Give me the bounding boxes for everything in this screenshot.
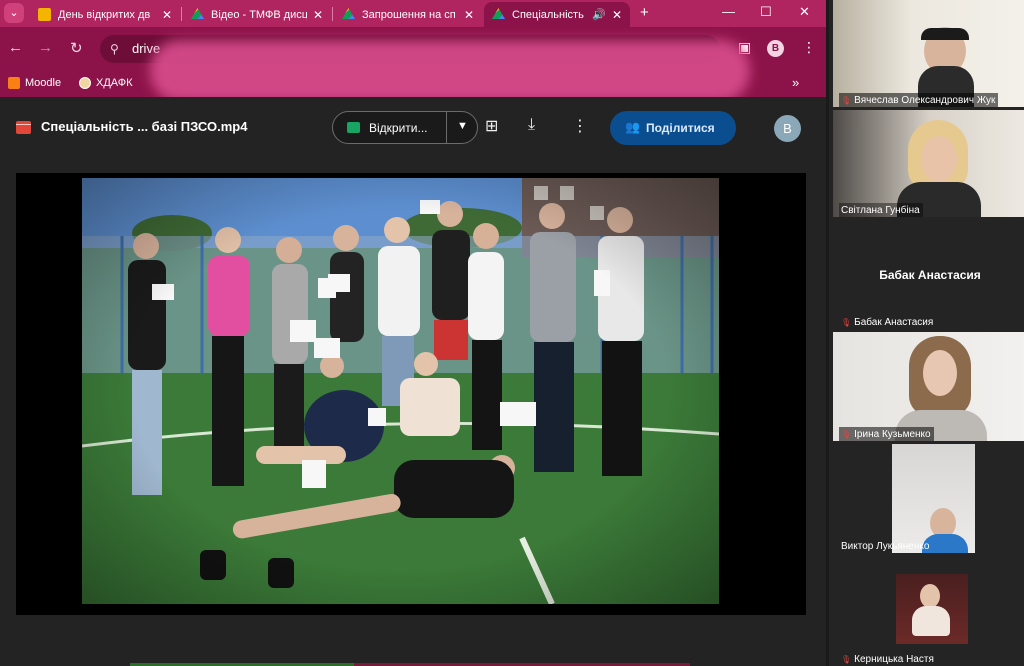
forward-icon[interactable]: → xyxy=(38,39,53,56)
participant-name: Ірина Кузьменко xyxy=(854,429,931,440)
meeting-participants-panel: 🎙 Вячеслав Олександрович Жук Світлана Гу… xyxy=(826,0,1024,666)
browser-window: ⌄ День відкритих дв ✕ Відео - ТМФВ дисц … xyxy=(0,0,826,666)
bookmark-hdafk[interactable]: ХДАФК xyxy=(79,77,133,89)
participant-name-label: 🎙 Керницька Настя xyxy=(839,652,937,666)
participant-video xyxy=(833,0,1024,107)
participant-name-label: 🎙 Вячеслав Олександрович Жук xyxy=(839,93,999,107)
window-close-icon[interactable]: ✕ xyxy=(799,4,810,20)
reload-icon[interactable]: ↻ xyxy=(70,39,83,57)
add-to-drive-icon[interactable]: ⊞ xyxy=(485,116,498,136)
open-with-label: Відкрити... xyxy=(369,121,428,135)
participant-name: Виктор Лукьяненко xyxy=(841,541,930,552)
mic-off-icon: 🎙 xyxy=(841,96,852,105)
participant-name: Світлана Гунбіна xyxy=(841,205,920,216)
download-icon[interactable]: ⤓ xyxy=(528,116,535,134)
mic-off-icon: 🎙 xyxy=(841,318,852,327)
participant-video xyxy=(833,110,1024,217)
participant-name: Бабак Анастасия xyxy=(854,317,934,328)
redaction-blur xyxy=(150,40,750,102)
button-divider xyxy=(446,112,447,143)
maximize-icon[interactable]: ☐ xyxy=(760,4,772,20)
tab-divider xyxy=(181,7,182,21)
tab-label: Спеціальність xyxy=(512,8,584,21)
participant-placeholder-name: Бабак Анастасия xyxy=(879,268,981,282)
close-icon[interactable]: ✕ xyxy=(464,8,474,22)
drive-video-viewer: Спеціальність ... базі ПЗСО.mp4 Відкрити… xyxy=(0,97,826,666)
tab-divider xyxy=(332,7,333,21)
hdafk-icon xyxy=(79,77,91,89)
tab-invitation[interactable]: Запрошення на сп ✕ xyxy=(334,2,482,27)
tab-specialty[interactable]: Спеціальність 🔊 ✕ xyxy=(484,2,630,27)
drive-icon xyxy=(492,8,505,20)
bookmark-moodle[interactable]: Moodle xyxy=(8,77,61,89)
file-title: Спеціальність ... базі ПЗСО.mp4 xyxy=(41,119,248,134)
participant-avatar-image xyxy=(896,574,968,644)
share-label: Поділитися xyxy=(646,121,715,135)
tab-video[interactable]: Відео - ТМФВ дисц ✕ xyxy=(183,2,331,27)
viewer-header: Спеціальність ... базі ПЗСО.mp4 Відкрити… xyxy=(0,97,826,157)
bookmark-label: ХДАФК xyxy=(96,77,133,89)
participant-name-label: Виктор Лукьяненко xyxy=(839,539,932,553)
tab-strip: ⌄ День відкритих дв ✕ Відео - ТМФВ дисц … xyxy=(0,0,826,27)
site-info-icon[interactable]: ⚲ xyxy=(110,35,119,63)
new-tab-icon[interactable]: + xyxy=(640,4,649,21)
video-file-icon xyxy=(16,121,31,134)
slides-icon xyxy=(38,8,51,21)
people-icon: 👥 xyxy=(625,120,640,134)
chevron-down-icon[interactable]: ▼ xyxy=(457,120,468,132)
participant-name-label: 🎙 Ірина Кузьменко xyxy=(839,427,934,441)
tab-open-day[interactable]: День відкритих дв ✕ xyxy=(30,2,180,27)
participant-name: Вячеслав Олександрович Жук xyxy=(854,95,996,106)
more-bookmarks-icon[interactable]: » xyxy=(792,75,799,90)
video-frame-illustration xyxy=(82,178,719,604)
moodle-icon xyxy=(8,77,20,89)
drive-icon xyxy=(191,8,204,20)
open-with-button[interactable]: Відкрити... ▼ xyxy=(332,111,478,144)
close-icon[interactable]: ✕ xyxy=(612,8,622,22)
participant-name-label: Світлана Гунбіна xyxy=(839,203,923,217)
back-icon[interactable]: ← xyxy=(8,39,23,56)
minimize-icon[interactable]: — xyxy=(722,4,735,19)
participant-tile[interactable]: Світлана Гунбіна xyxy=(833,110,1024,217)
screen: ⌄ День відкритих дв ✕ Відео - ТМФВ дисц … xyxy=(0,0,1024,666)
close-icon[interactable]: ✕ xyxy=(313,8,323,22)
bookmark-label: Moodle xyxy=(25,77,62,89)
participant-name-label: 🎙 Бабак Анастасия xyxy=(839,315,936,329)
participant-video xyxy=(833,332,1024,441)
participant-tile[interactable]: Виктор Лукьяненко xyxy=(833,444,1024,553)
more-options-icon[interactable]: ⋮ xyxy=(572,116,588,136)
mic-off-icon: 🎙 xyxy=(841,655,852,664)
tab-label: Відео - ТМФВ дисц xyxy=(211,8,307,21)
mic-off-icon: 🎙 xyxy=(841,430,852,439)
video-player[interactable] xyxy=(16,173,806,615)
menu-icon[interactable]: ⋮ xyxy=(802,39,816,56)
participant-tile[interactable]: 🎙 Вячеслав Олександрович Жук xyxy=(833,0,1024,107)
user-avatar[interactable]: B xyxy=(774,115,801,142)
open-with-app-icon xyxy=(347,122,360,133)
speaker-icon[interactable]: 🔊 xyxy=(592,8,606,21)
tab-label: Запрошення на сп xyxy=(362,8,456,21)
video-frame xyxy=(82,178,719,604)
participant-name: Керницька Настя xyxy=(854,654,934,665)
tab-search-icon[interactable]: ⌄ xyxy=(4,3,24,23)
drive-icon xyxy=(342,8,355,20)
participant-video xyxy=(892,444,975,553)
participant-tile[interactable]: Бабак Анастасия 🎙 Бабак Анастасия xyxy=(833,220,1024,329)
close-icon[interactable]: ✕ xyxy=(162,8,172,22)
profile-avatar[interactable]: B xyxy=(767,40,784,57)
participant-tile[interactable]: 🎙 Ірина Кузьменко xyxy=(833,332,1024,441)
tab-label: День відкритих дв xyxy=(58,8,151,21)
participant-tile[interactable]: 🎙 Керницька Настя xyxy=(833,556,1024,666)
share-button[interactable]: 👥 Поділитися xyxy=(610,111,736,145)
